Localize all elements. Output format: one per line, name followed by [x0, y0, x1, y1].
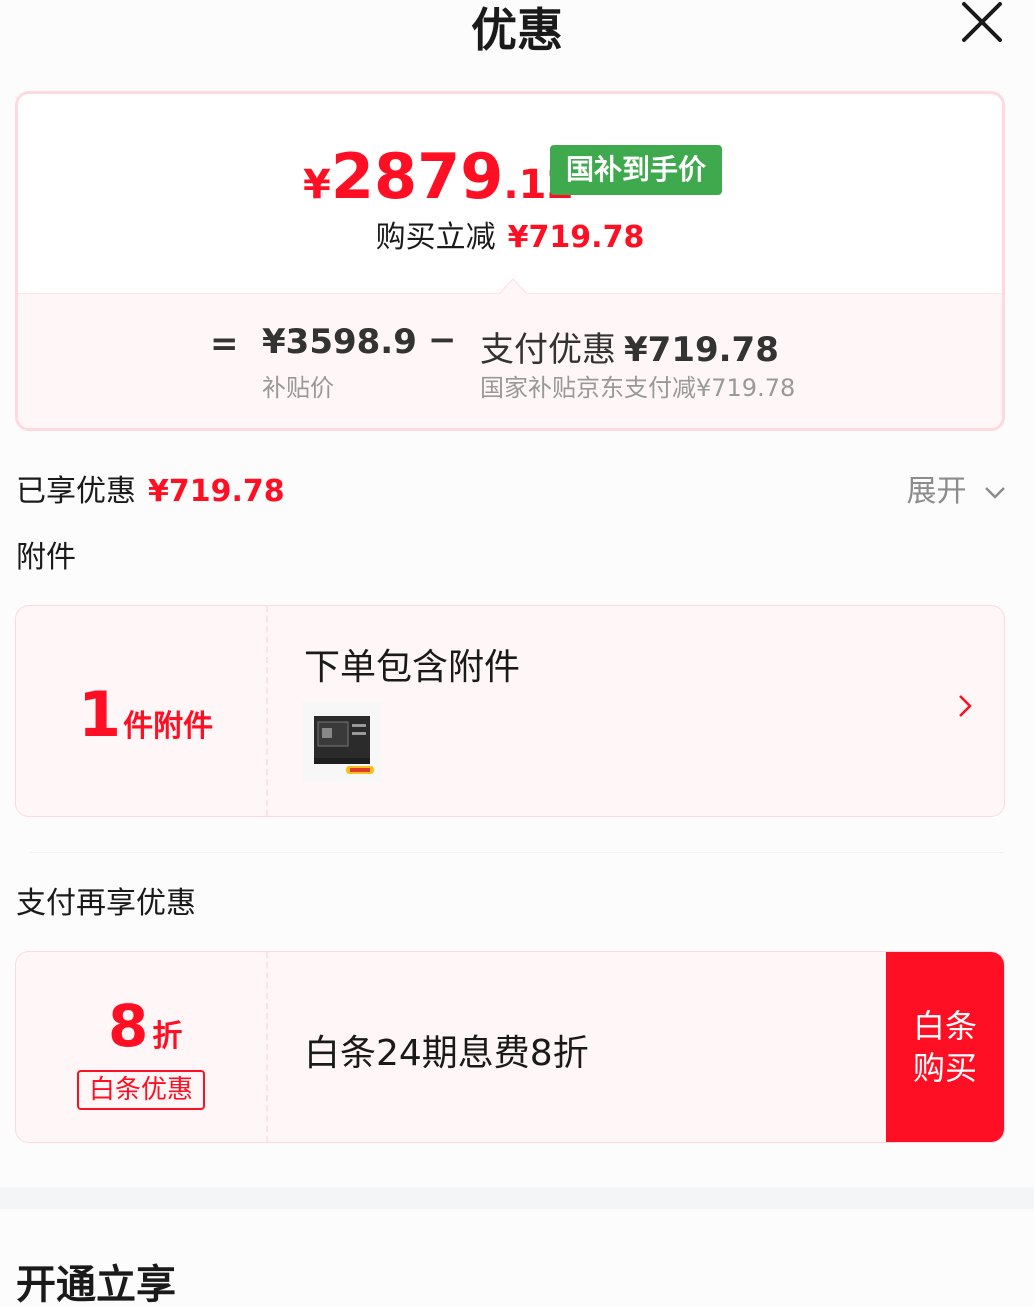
- reduction-label: 购买立减: [375, 220, 496, 255]
- accessory-count: 1件附件: [78, 678, 213, 751]
- activate-section-title: 开通立享: [16, 1262, 176, 1306]
- chevron-right-icon: [958, 694, 972, 722]
- subsidy-price-label: 补贴价: [262, 374, 334, 402]
- subsidy-price: ¥3598.9: [262, 322, 417, 362]
- caret-up-icon: [498, 278, 528, 295]
- accessory-section-title: 附件: [16, 540, 76, 575]
- section-divider: [30, 852, 1004, 853]
- enjoyed-discount: 已享优惠 ¥719.78: [16, 466, 285, 510]
- final-price-area: ¥2879.12 国补到手价 购买立减 ¥719.78: [18, 94, 1002, 293]
- pay-discount: 支付优惠 ¥719.78: [480, 322, 779, 371]
- reduction-value: ¥719.78: [507, 220, 645, 255]
- page-title: 优惠: [471, 3, 563, 57]
- discount-unit: 折: [152, 1019, 183, 1054]
- accessory-card-title: 下单包含附件: [304, 647, 521, 688]
- accessory-count-area: 1件附件: [16, 606, 268, 816]
- baitiao-offer-description: 白条24期息费8折: [304, 1033, 589, 1074]
- baitiao-discount-tag: 白条优惠: [77, 1070, 205, 1110]
- final-price: ¥2879.12: [303, 140, 574, 213]
- pay-discount-label: 支付优惠: [480, 330, 616, 370]
- expand-label: 展开: [906, 474, 967, 509]
- minus-sign: −: [428, 320, 457, 360]
- pay-discount-note: 国家补贴京东支付减¥719.78: [480, 374, 796, 402]
- discount-area: 8折 白条优惠: [16, 952, 268, 1142]
- equals-sign: =: [210, 324, 239, 364]
- baitiao-buy-button[interactable]: 白条购买: [886, 952, 1004, 1142]
- discount-number: 8: [108, 992, 149, 1060]
- enjoyed-label: 已享优惠: [16, 474, 136, 509]
- accessory-count-number: 1: [78, 678, 122, 751]
- baitiao-buy-label: 白条购买: [912, 1007, 977, 1087]
- pay-discount-value: ¥719.78: [624, 330, 779, 370]
- baitiao-offer-card: 8折 白条优惠 白条24期息费8折 白条购买: [15, 951, 1005, 1143]
- expand-button[interactable]: 展开: [906, 466, 1006, 510]
- close-icon[interactable]: [960, 0, 1004, 44]
- price-summary-card: ¥2879.12 国补到手价 购买立减 ¥719.78 = ¥3598.9 补贴价…: [15, 91, 1005, 431]
- pay-section-title: 支付再享优惠: [16, 886, 196, 921]
- price-breakdown: = ¥3598.9 补贴价 − 支付优惠 ¥719.78 国家补贴京东支付减¥71…: [18, 278, 1002, 428]
- enjoyed-value: ¥719.78: [148, 474, 285, 509]
- discount-rate: 8折: [108, 992, 182, 1060]
- accessory-card[interactable]: 1件附件 下单包含附件: [15, 605, 1005, 817]
- accessory-thumbnail[interactable]: [302, 702, 382, 782]
- subsidy-price-badge: 国补到手价: [550, 145, 722, 195]
- accessory-count-unit: 件附件: [123, 709, 214, 744]
- section-separator-band: [0, 1187, 1034, 1209]
- currency-symbol: ¥: [303, 162, 331, 208]
- purchase-reduction: 购买立减 ¥719.78: [18, 212, 1002, 256]
- final-price-integer: 2879: [330, 140, 504, 213]
- chevron-down-icon: [985, 486, 1005, 499]
